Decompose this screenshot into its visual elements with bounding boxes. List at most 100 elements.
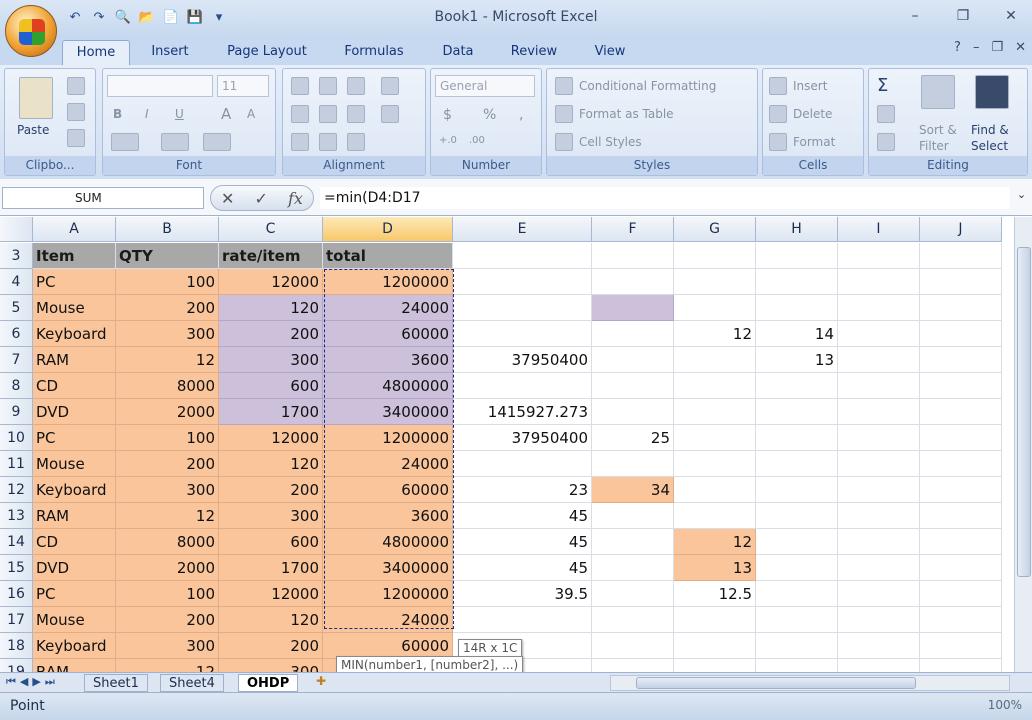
close-button[interactable]: ✕: [996, 4, 1026, 28]
cell-e3[interactable]: [453, 243, 592, 269]
borders-icon[interactable]: [111, 133, 139, 151]
cell-b18[interactable]: 300: [116, 633, 219, 659]
cell-f11[interactable]: [592, 451, 674, 477]
cell-d8[interactable]: 4800000: [323, 373, 453, 399]
row-header-19[interactable]: 19: [0, 659, 33, 672]
cell-i17[interactable]: [838, 607, 920, 633]
cell-d6[interactable]: 60000: [323, 321, 453, 347]
format-as-table-button[interactable]: Format as Table: [579, 107, 674, 121]
cell-c8[interactable]: 600: [219, 373, 323, 399]
cell-b4[interactable]: 100: [116, 269, 219, 295]
clear-icon[interactable]: [877, 133, 895, 151]
cell-g15[interactable]: 13: [674, 555, 756, 581]
align-bottom-icon[interactable]: [347, 77, 365, 95]
cell-c5[interactable]: 120: [219, 295, 323, 321]
cell-d9[interactable]: 3400000: [323, 399, 453, 425]
font-size-dropdown[interactable]: 11: [217, 75, 269, 97]
cell-c18[interactable]: 200: [219, 633, 323, 659]
cell-i4[interactable]: [838, 269, 920, 295]
zoom-level[interactable]: 100%: [988, 698, 1022, 712]
row-header-6[interactable]: 6: [0, 321, 33, 347]
restore-button[interactable]: ❐: [948, 4, 978, 28]
cell-j10[interactable]: [920, 425, 1002, 451]
cell-d14[interactable]: 4800000: [323, 529, 453, 555]
cell-b16[interactable]: 100: [116, 581, 219, 607]
enter-entry-icon[interactable]: ✓: [255, 189, 268, 208]
column-header-i[interactable]: I: [838, 217, 920, 242]
cell-a5[interactable]: Mouse: [33, 295, 116, 321]
select-all-corner[interactable]: [0, 217, 33, 242]
cell-a8[interactable]: CD: [33, 373, 116, 399]
cell-a17[interactable]: Mouse: [33, 607, 116, 633]
cell-f12[interactable]: 34: [592, 477, 674, 503]
vertical-scrollbar[interactable]: [1014, 217, 1032, 672]
row-header-14[interactable]: 14: [0, 529, 33, 555]
cell-c13[interactable]: 300: [219, 503, 323, 529]
cell-g9[interactable]: [674, 399, 756, 425]
cell-h5[interactable]: [756, 295, 838, 321]
paste-icon[interactable]: [19, 77, 53, 119]
cell-f13[interactable]: [592, 503, 674, 529]
cell-a4[interactable]: PC: [33, 269, 116, 295]
sheet-tab-sheet1[interactable]: Sheet1: [84, 674, 148, 692]
doc-minimize-icon[interactable]: –: [973, 40, 980, 55]
cell-a11[interactable]: Mouse: [33, 451, 116, 477]
cell-d15[interactable]: 3400000: [323, 555, 453, 581]
cell-c17[interactable]: 120: [219, 607, 323, 633]
cell-j6[interactable]: [920, 321, 1002, 347]
minimize-button[interactable]: –: [900, 4, 930, 28]
cell-b3[interactable]: QTY: [116, 243, 219, 269]
format-cells-button[interactable]: Format: [793, 135, 835, 149]
find-select-label-2[interactable]: Select: [971, 139, 1008, 153]
row-header-12[interactable]: 12: [0, 477, 33, 503]
cell-c4[interactable]: 12000: [219, 269, 323, 295]
tab-data[interactable]: Data: [430, 40, 486, 65]
row-header-16[interactable]: 16: [0, 581, 33, 607]
cell-j7[interactable]: [920, 347, 1002, 373]
cell-e10[interactable]: 37950400: [453, 425, 592, 451]
cell-h14[interactable]: [756, 529, 838, 555]
cell-b12[interactable]: 300: [116, 477, 219, 503]
cell-i11[interactable]: [838, 451, 920, 477]
cell-c15[interactable]: 1700: [219, 555, 323, 581]
increase-decimal-button[interactable]: +.0: [439, 135, 457, 146]
cell-b11[interactable]: 200: [116, 451, 219, 477]
cell-e17[interactable]: [453, 607, 592, 633]
cell-g8[interactable]: [674, 373, 756, 399]
cell-i14[interactable]: [838, 529, 920, 555]
cell-j15[interactable]: [920, 555, 1002, 581]
cell-e5[interactable]: [453, 295, 592, 321]
cell-j13[interactable]: [920, 503, 1002, 529]
cell-i16[interactable]: [838, 581, 920, 607]
cell-e6[interactable]: [453, 321, 592, 347]
decrease-indent-icon[interactable]: [291, 133, 309, 151]
cell-i8[interactable]: [838, 373, 920, 399]
sheet-nav-icons[interactable]: ⏮◀▶⏭: [6, 675, 59, 689]
name-box[interactable]: SUM: [2, 187, 204, 209]
cell-a16[interactable]: PC: [33, 581, 116, 607]
cell-g6[interactable]: 12: [674, 321, 756, 347]
cell-b14[interactable]: 8000: [116, 529, 219, 555]
shrink-font-button[interactable]: A: [247, 107, 255, 121]
cell-h19[interactable]: [756, 659, 838, 672]
cell-h13[interactable]: [756, 503, 838, 529]
cell-g18[interactable]: [674, 633, 756, 659]
tab-insert[interactable]: Insert: [140, 40, 200, 65]
cell-styles-button[interactable]: Cell Styles: [579, 135, 642, 149]
cell-h7[interactable]: 13: [756, 347, 838, 373]
cell-j8[interactable]: [920, 373, 1002, 399]
cell-c3[interactable]: rate/item: [219, 243, 323, 269]
align-top-icon[interactable]: [291, 77, 309, 95]
cell-i13[interactable]: [838, 503, 920, 529]
cell-c7[interactable]: 300: [219, 347, 323, 373]
cell-i15[interactable]: [838, 555, 920, 581]
column-header-e[interactable]: E: [453, 217, 592, 242]
cell-j5[interactable]: [920, 295, 1002, 321]
cell-c9[interactable]: 1700: [219, 399, 323, 425]
cell-b19[interactable]: 12: [116, 659, 219, 672]
cell-h8[interactable]: [756, 373, 838, 399]
align-center-icon[interactable]: [319, 105, 337, 123]
cell-g10[interactable]: [674, 425, 756, 451]
doc-close-icon[interactable]: ✕: [1015, 40, 1026, 55]
format-painter-icon[interactable]: [67, 129, 85, 147]
